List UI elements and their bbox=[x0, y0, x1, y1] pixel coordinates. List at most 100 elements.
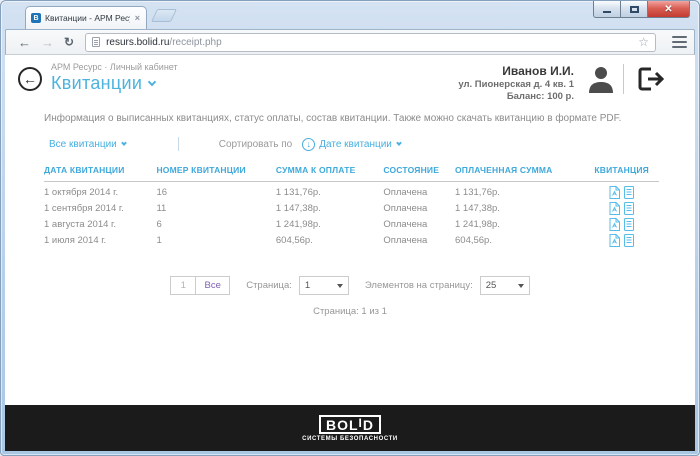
browser-window: B Квитанции - АРМ Ресурс × ✕ ← → ↻ resur… bbox=[0, 0, 700, 456]
window-controls: ✕ bbox=[593, 1, 690, 18]
cell-number: 1 bbox=[156, 235, 275, 246]
logout-icon[interactable] bbox=[635, 64, 665, 99]
receipt-details-icon[interactable] bbox=[624, 234, 634, 247]
title-block: АРМ Ресурс · Личный кабинет Квитанции bbox=[51, 62, 458, 94]
items-per-page-label: Элементов на страницу: bbox=[365, 280, 473, 291]
minimize-icon bbox=[603, 11, 611, 13]
cell-status: Оплачена bbox=[383, 203, 455, 214]
col-header-number[interactable]: НОМЕР КВИТАНЦИИ bbox=[156, 165, 275, 175]
pagination-bar: 1 Все Страница: 1 Элементов на страницу:… bbox=[5, 276, 695, 295]
cell-date: 1 сентября 2014 г. bbox=[44, 203, 156, 214]
page-select-label: Страница: bbox=[246, 280, 292, 291]
url-path: /receipt.php bbox=[169, 37, 221, 48]
cell-amount: 1 147,38р. bbox=[276, 203, 383, 214]
close-button[interactable]: ✕ bbox=[648, 1, 690, 18]
user-name: Иванов И.И. bbox=[458, 64, 574, 78]
user-balance: Баланс: 100 р. bbox=[458, 91, 574, 102]
col-header-status[interactable]: СОСТОЯНИЕ bbox=[383, 165, 455, 175]
bookmark-star-icon[interactable]: ☆ bbox=[638, 35, 649, 49]
all-receipts-filter[interactable]: Все квитанции bbox=[49, 139, 117, 150]
table-row: 1 сентября 2014 г. 11 1 147,38р. Оплачен… bbox=[44, 198, 659, 214]
page-select[interactable]: 1 bbox=[299, 276, 349, 295]
cell-date: 1 августа 2014 г. bbox=[44, 219, 156, 230]
page-select-value: 1 bbox=[305, 280, 310, 291]
cell-number: 6 bbox=[156, 219, 275, 230]
filter-bar: Все квитанции Сортировать по ↓ Дате квит… bbox=[5, 124, 695, 151]
maximize-icon bbox=[630, 6, 639, 13]
items-per-page-select[interactable]: 25 bbox=[480, 276, 530, 295]
tab-strip: B Квитанции - АРМ Ресурс × ✕ bbox=[1, 1, 699, 29]
chevron-down-icon[interactable] bbox=[396, 140, 402, 146]
page-content: ← АРМ Ресурс · Личный кабинет Квитанции … bbox=[5, 55, 695, 451]
forward-nav-icon[interactable]: → bbox=[41, 36, 54, 49]
logo-tagline: СИСТЕМЫ БЕЗОПАСНОСТИ bbox=[302, 436, 398, 442]
col-header-date[interactable]: ДАТА КВИТАНЦИИ bbox=[44, 165, 156, 175]
page-summary: Страница: 1 из 1 bbox=[5, 306, 695, 317]
logo-text-d: D bbox=[363, 417, 374, 433]
cell-status: Оплачена bbox=[383, 219, 455, 230]
browser-tab[interactable]: B Квитанции - АРМ Ресурс × bbox=[25, 6, 147, 29]
sort-direction-icon[interactable]: ↓ bbox=[302, 138, 315, 151]
receipt-details-icon[interactable] bbox=[624, 202, 634, 215]
cell-date: 1 октября 2014 г. bbox=[44, 187, 156, 198]
cell-status: Оплачена bbox=[383, 187, 455, 198]
col-header-amount[interactable]: СУММА К ОПЛАТЕ bbox=[276, 165, 383, 175]
page-1-button[interactable]: 1 bbox=[170, 276, 196, 295]
minimize-button[interactable] bbox=[593, 1, 621, 18]
back-nav-icon[interactable]: ← bbox=[18, 36, 31, 49]
sort-field-dropdown[interactable]: Дате квитанции bbox=[319, 139, 392, 150]
cell-paid: 1 147,38р. bbox=[455, 203, 584, 214]
page-title: Квитанции bbox=[51, 73, 142, 94]
receipt-details-icon[interactable] bbox=[624, 186, 634, 199]
dropdown-arrow-icon bbox=[337, 284, 343, 288]
page-header: ← АРМ Ресурс · Личный кабинет Квитанции … bbox=[5, 55, 695, 102]
cell-paid: 604,56р. bbox=[455, 235, 584, 246]
tab-close-icon[interactable]: × bbox=[134, 13, 141, 23]
site-favicon-icon: B bbox=[31, 13, 41, 23]
user-profile-icon[interactable] bbox=[586, 64, 616, 99]
cell-amount: 1 241,98р. bbox=[276, 219, 383, 230]
cell-date: 1 июля 2014 г. bbox=[44, 235, 156, 246]
user-info: Иванов И.И. ул. Пионерская д. 4 кв. 1 Ба… bbox=[458, 64, 574, 102]
reload-icon[interactable]: ↻ bbox=[64, 36, 74, 48]
table-row: 1 октября 2014 г. 16 1 131,76р. Оплачена… bbox=[44, 182, 659, 198]
sort-by-label: Сортировать по bbox=[219, 139, 293, 150]
pdf-download-icon[interactable] bbox=[609, 202, 620, 215]
cell-paid: 1 131,76р. bbox=[455, 187, 584, 198]
pdf-download-icon[interactable] bbox=[609, 218, 620, 231]
receipt-details-icon[interactable] bbox=[624, 218, 634, 231]
col-header-receipt[interactable]: КВИТАНЦИЯ bbox=[584, 165, 659, 175]
cell-status: Оплачена bbox=[383, 235, 455, 246]
show-all-button[interactable]: Все bbox=[196, 276, 230, 295]
address-bar[interactable]: resurs.bolid.ru/receipt.php ☆ bbox=[85, 33, 656, 52]
browser-toolbar: ← → ↻ resurs.bolid.ru/receipt.php ☆ bbox=[5, 29, 695, 55]
close-icon: ✕ bbox=[664, 4, 672, 15]
back-button[interactable]: ← bbox=[18, 67, 42, 91]
page-icon bbox=[92, 37, 100, 47]
filter-divider bbox=[178, 137, 179, 151]
browser-menu-icon[interactable] bbox=[672, 35, 687, 50]
table-row: 1 июля 2014 г. 1 604,56р. Оплачена 604,5… bbox=[44, 230, 659, 246]
page-description: Информация о выписанных квитанциях, стат… bbox=[5, 102, 695, 124]
cell-paid: 1 241,98р. bbox=[455, 219, 584, 230]
breadcrumb: АРМ Ресурс · Личный кабинет bbox=[51, 62, 458, 72]
chevron-down-icon[interactable] bbox=[148, 78, 156, 86]
cell-number: 11 bbox=[156, 203, 275, 214]
page-footer: BOLID СИСТЕМЫ БЕЗОПАСНОСТИ bbox=[5, 405, 695, 451]
url-host: resurs.bolid.ru bbox=[106, 37, 169, 48]
cell-amount: 604,56р. bbox=[276, 235, 383, 246]
header-divider bbox=[623, 64, 624, 94]
bolid-logo: BOLID bbox=[319, 415, 381, 434]
cell-number: 16 bbox=[156, 187, 275, 198]
col-header-paid[interactable]: ОПЛАЧЕННАЯ СУММА bbox=[455, 165, 584, 175]
chevron-down-icon[interactable] bbox=[121, 140, 127, 146]
user-address: ул. Пионерская д. 4 кв. 1 bbox=[458, 79, 574, 90]
pdf-download-icon[interactable] bbox=[609, 186, 620, 199]
maximize-button[interactable] bbox=[621, 1, 648, 18]
table-row: 1 августа 2014 г. 6 1 241,98р. Оплачена … bbox=[44, 214, 659, 230]
new-tab-button[interactable] bbox=[151, 9, 177, 22]
pdf-download-icon[interactable] bbox=[609, 234, 620, 247]
back-arrow-icon: ← bbox=[23, 71, 37, 87]
items-per-page-value: 25 bbox=[486, 280, 497, 291]
cell-amount: 1 131,76р. bbox=[276, 187, 383, 198]
